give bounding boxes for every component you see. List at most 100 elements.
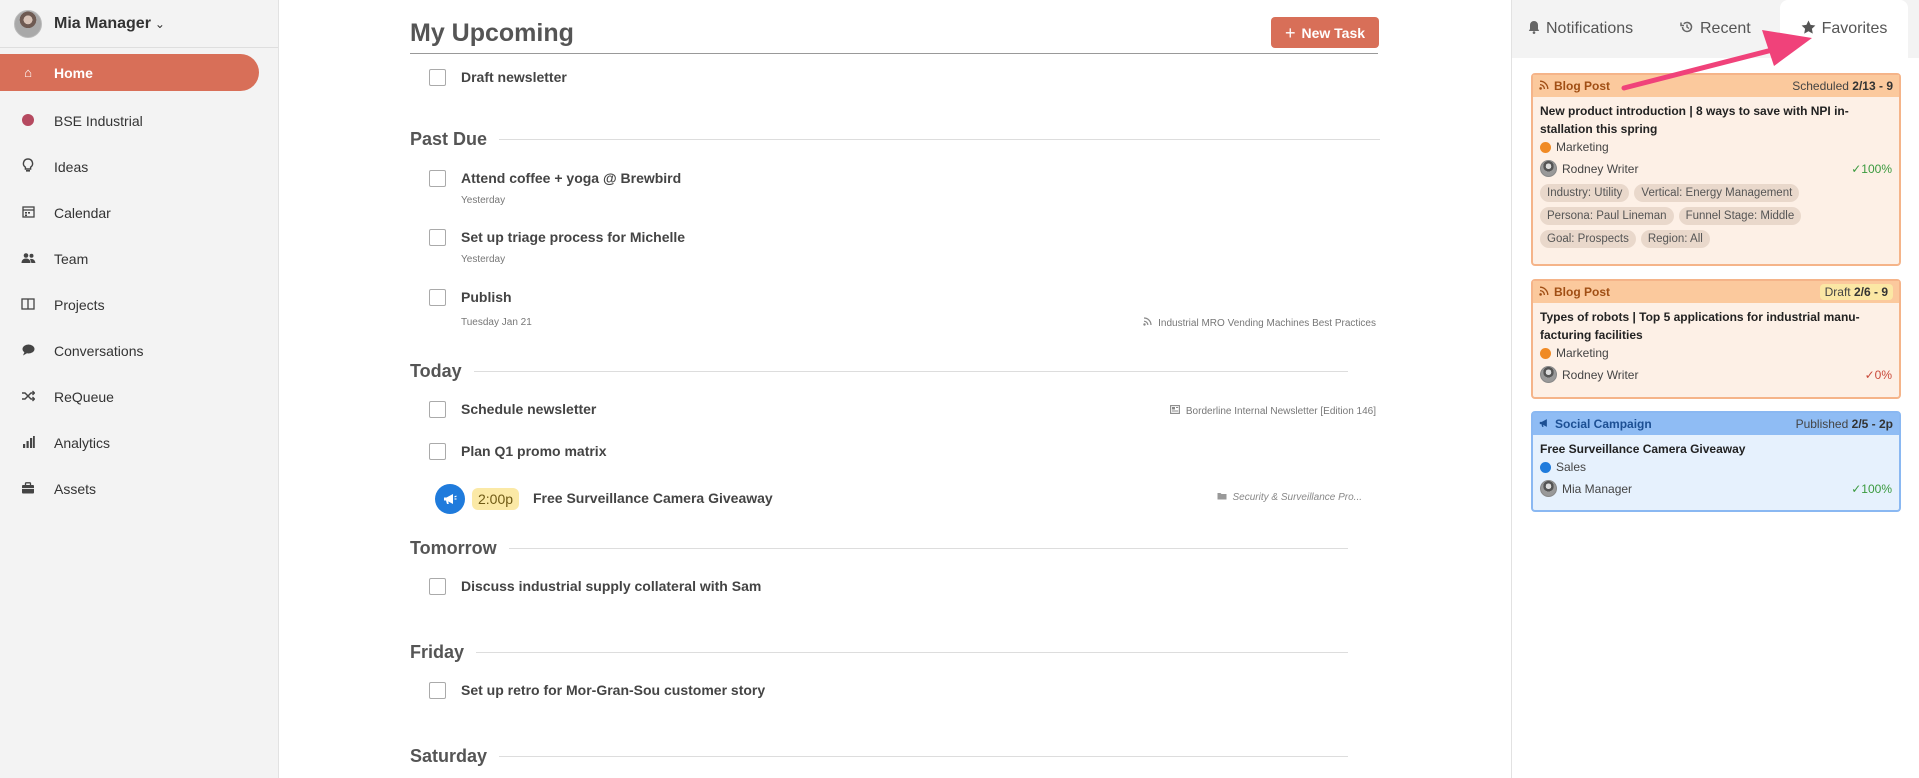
task-row: Set up retro for Mor-Gran-Sou customer s… [410,682,1380,722]
user-name: Mia Manager [54,14,151,32]
progress-percent: ✓100% [1851,481,1892,496]
campaign-project-link[interactable]: Security & Surveillance Pro... [1217,492,1363,503]
nav-item-conversations[interactable]: Conversations [0,328,278,374]
workspace-dot-icon [20,113,36,129]
tab-label: Recent [1700,20,1751,37]
tab-notifications[interactable]: Notifications [1528,0,1633,58]
campaign-link-text: Security & Surveillance Pro... [1232,492,1363,503]
task-title[interactable]: Draft newsletter [461,69,567,85]
user-avatar [14,9,42,38]
task-checkbox[interactable] [429,170,446,187]
nav-label: Analytics [54,435,111,451]
assignee-name: Rodney Writer [1562,367,1639,382]
task-project-link[interactable]: Borderline Internal Newsletter [Edition … [1169,405,1376,417]
chat-bubble-icon [20,344,36,359]
nav-label: Projects [54,297,105,313]
card-assignee: Rodney Writer ✓100% [1540,160,1892,177]
status-date: 2/5 - 2p [1851,417,1893,431]
nav-item-bse-industrial[interactable]: BSE Industrial [0,98,278,144]
nav-item-calendar[interactable]: Calendar [0,190,278,236]
plus-icon: + [1284,22,1296,43]
avatar [1540,160,1557,177]
nav-item-analytics[interactable]: Analytics [0,420,278,466]
card-type-label: Blog Post [1554,285,1610,299]
nav-item-requeue[interactable]: ReQueue [0,374,278,420]
card-title[interactable]: Types of robots | Top 5 applications for… [1540,308,1892,344]
nav-label: Calendar [54,205,111,221]
nav-item-projects[interactable]: Projects [0,282,278,328]
task-due-date: Yesterday [461,195,506,206]
favorite-card[interactable]: Blog Post Draft 2/6 - 9 Types of robots … [1531,279,1901,399]
left-sidebar: Mia Manager ⌄ ⌂ Home BSE Industrial Idea… [0,0,279,778]
task-title[interactable]: Schedule newsletter [461,401,596,417]
section-title: Past Due [410,128,488,149]
new-task-button[interactable]: + New Task [1271,17,1379,48]
task-checkbox[interactable] [429,69,446,86]
megaphone-icon [1539,417,1550,431]
favorite-card[interactable]: Social Campaign Published 2/5 - 2p Free … [1531,411,1901,512]
nav-item-home[interactable]: ⌂ Home [0,54,259,91]
main-nav: ⌂ Home BSE Industrial Ideas Calendar Tea… [0,54,278,512]
tag-label: Marketing [1556,140,1609,154]
nav-label: Assets [54,481,97,497]
card-title[interactable]: Free Surveillance Camera Giveaway [1540,440,1892,458]
task-project-link[interactable]: Industrial MRO Vending Machines Best Pra… [1143,317,1376,329]
section-past-due: Past Due [410,127,1380,151]
task-title[interactable]: Discuss industrial supply collateral wit… [461,578,761,594]
task-title[interactable]: Set up retro for Mor-Gran-Sou customer s… [461,682,765,698]
newsletter-icon [1169,405,1180,417]
campaign-title[interactable]: Free Surveillance Camera Giveaway [533,490,773,506]
progress-percent: ✓0% [1864,367,1892,382]
assignee-info: Rodney Writer [1540,366,1638,383]
task-row: Attend coffee + yoga @ Brewbird Yesterda… [410,170,1380,210]
task-title[interactable]: Publish [461,289,512,305]
task-link-text: Borderline Internal Newsletter [Edition … [1185,405,1376,417]
task-checkbox[interactable] [429,289,446,306]
tag-dot-icon [1540,461,1551,473]
favorites-list: Blog Post Scheduled 2/13 - 9 New product… [1512,58,1919,778]
section-title: Tomorrow [410,537,497,558]
section-divider [499,138,1380,140]
tag-label: Marketing [1556,346,1609,360]
new-task-label: New Task [1301,24,1366,41]
home-icon: ⌂ [24,65,32,80]
nav-label: Team [54,251,89,267]
task-title[interactable]: Attend coffee + yoga @ Brewbird [461,170,681,186]
scheduled-campaign-row[interactable]: 2:00p Free Surveillance Camera Giveaway … [425,484,1380,514]
favorite-card[interactable]: Blog Post Scheduled 2/13 - 9 New product… [1531,73,1901,266]
task-title[interactable]: Set up triage process for Michelle [461,229,685,245]
tab-favorites[interactable]: Favorites [1780,0,1908,58]
card-title[interactable]: New product introduction | 8 ways to sav… [1540,102,1892,138]
card-header: Blog Post Scheduled 2/13 - 9 [1533,75,1899,97]
briefcase-icon [20,481,36,497]
card-type: Blog Post [1539,79,1610,93]
rss-icon [1539,285,1549,299]
task-title[interactable]: Plan Q1 promo matrix [461,443,606,459]
title-divider [410,53,1378,54]
section-divider [476,651,1348,653]
nav-item-team[interactable]: Team [0,236,278,282]
task-checkbox[interactable] [429,229,446,246]
task-due-date: Yesterday [461,254,506,265]
chevron-down-icon: ⌄ [154,16,165,31]
avatar [1540,480,1557,497]
task-checkbox[interactable] [429,578,446,595]
nav-item-ideas[interactable]: Ideas [0,144,278,190]
assignee-name: Mia Manager [1562,481,1633,496]
bell-icon [1528,20,1540,39]
history-icon [1680,20,1694,39]
section-today: Today [410,359,1380,383]
tab-recent[interactable]: Recent [1680,0,1751,58]
card-body: Types of robots | Top 5 applications for… [1533,303,1899,390]
task-checkbox[interactable] [429,443,446,460]
user-menu[interactable]: Mia Manager ⌄ [0,0,278,48]
nav-item-assets[interactable]: Assets [0,466,278,512]
time-badge: 2:00p [472,488,520,510]
attribute-pill: Goal: Prospects [1540,230,1636,248]
card-header: Blog Post Draft 2/6 - 9 [1533,281,1899,303]
right-panel: Notifications Recent Favorites Blog Post… [1511,0,1919,778]
task-checkbox[interactable] [429,401,446,418]
task-checkbox[interactable] [429,682,446,699]
megaphone-icon [435,484,465,514]
attribute-pill: Funnel Stage: Middle [1678,207,1802,225]
